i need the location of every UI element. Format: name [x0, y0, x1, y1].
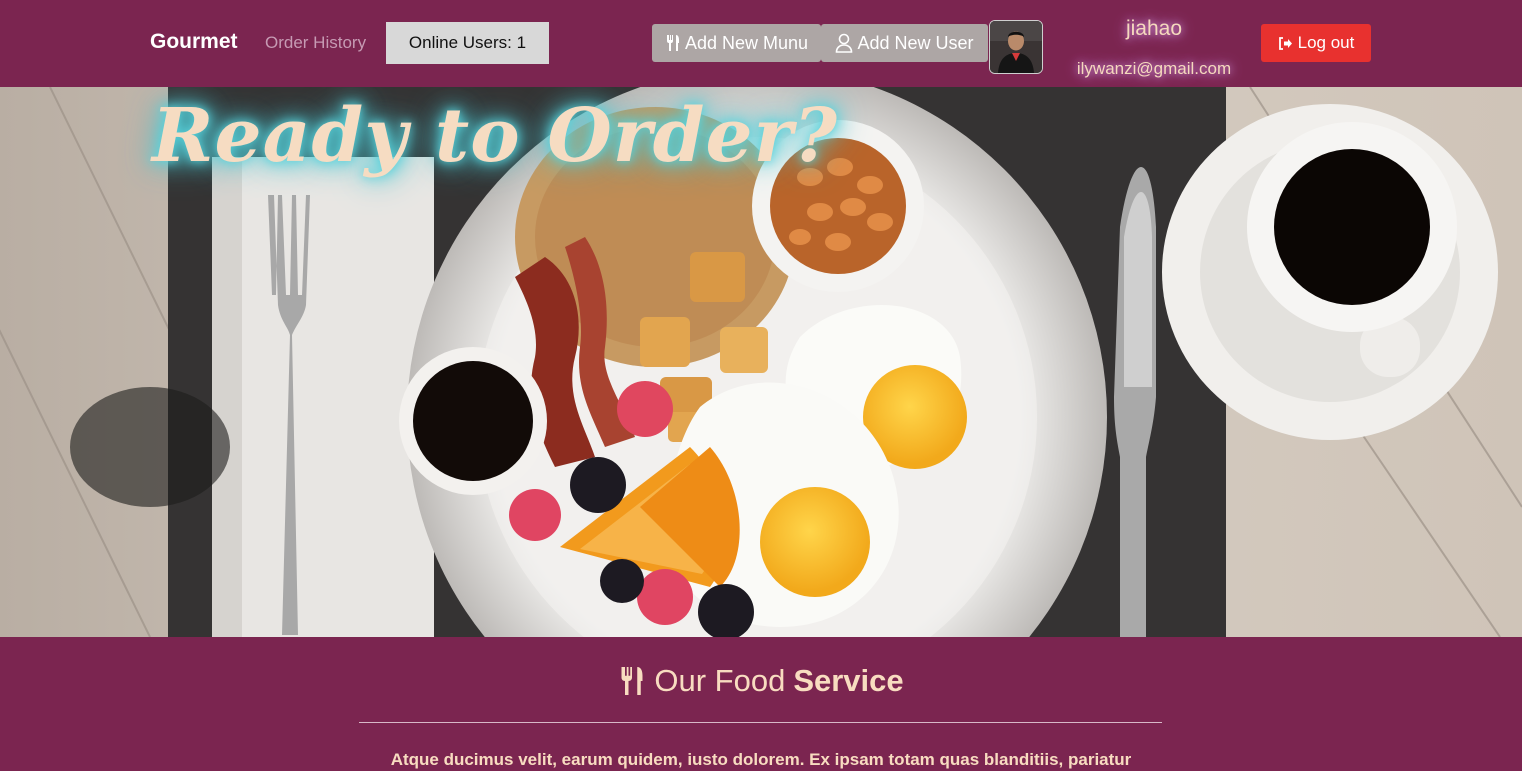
utensils-icon	[666, 35, 679, 51]
add-new-user-label: Add New User	[857, 32, 974, 53]
hero-banner: Ready to Order?	[0, 87, 1522, 637]
user-name: jiahao	[1125, 17, 1183, 40]
divider	[359, 722, 1162, 723]
online-users-badge: Online Users: 1	[386, 22, 549, 64]
section-title-light: Our Food	[654, 663, 786, 698]
logout-label: Log out	[1297, 33, 1355, 52]
food-service-section: Our Food Service Atque ducimus velit, ea…	[0, 637, 1522, 771]
section-title-bold: Service	[793, 663, 904, 698]
brand-logo[interactable]: Gourmet	[150, 30, 238, 54]
logout-button[interactable]: Log out	[1261, 24, 1371, 62]
nav-order-history[interactable]: Order History	[265, 33, 366, 53]
add-new-menu-button[interactable]: Add New Munu	[652, 24, 821, 62]
avatar[interactable]	[989, 20, 1043, 74]
add-new-user-button[interactable]: Add New User	[821, 24, 988, 62]
add-new-menu-label: Add New Munu	[684, 32, 809, 53]
user-icon	[836, 33, 853, 53]
sign-out-icon	[1278, 36, 1292, 50]
navbar: Gourmet Order History Online Users: 1 Ad…	[0, 0, 1522, 87]
section-title: Our Food Service	[0, 663, 1522, 699]
user-email: ilywanzi@gmail.com	[1076, 59, 1232, 78]
hero-title: Ready to Order?	[152, 93, 838, 179]
section-description: Atque ducimus velit, earum quidem, iusto…	[390, 750, 1132, 769]
utensils-icon	[621, 667, 643, 695]
